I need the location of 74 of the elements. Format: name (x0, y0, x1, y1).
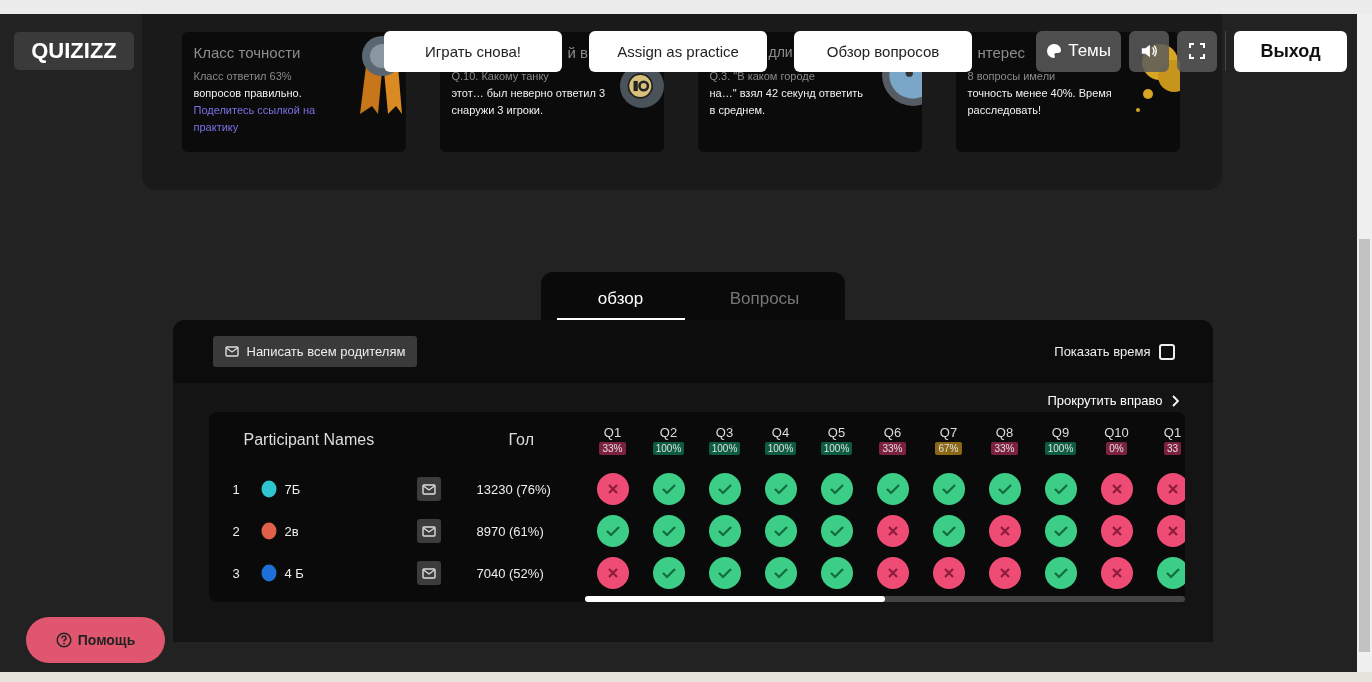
email-button[interactable] (416, 519, 441, 543)
score-cell: 7040 (52%) (476, 565, 544, 581)
score-cell: 13230 (76%) (476, 481, 551, 497)
tab[interactable]: Вопросы (700, 280, 829, 320)
participant-name: 2в (284, 523, 300, 539)
card-text: 8 вопросы имели (967, 69, 1057, 84)
card-text: точность менее 40%. Время расследовать! (967, 86, 1113, 118)
header-button[interactable]: Играть снова! (384, 30, 562, 72)
show-time-label: Показать время (1054, 344, 1151, 359)
rank-cell-text: 2 (232, 523, 241, 539)
question-header: Q8 (995, 425, 1014, 440)
horizontal-scrollbar[interactable] (584, 596, 1185, 602)
card-title: й в (567, 44, 588, 62)
accuracy-badge: 33% (879, 442, 906, 455)
mail-icon (421, 567, 436, 579)
mail-icon (421, 483, 436, 495)
accuracy-badge: 33 (1163, 442, 1182, 455)
rank-cell-text: 1 (232, 481, 241, 497)
accuracy-badge: 100% (708, 442, 741, 455)
participant-name: 4 Б (284, 565, 305, 581)
mail-icon (224, 346, 239, 357)
accuracy-badge: 0% (1106, 442, 1127, 455)
card-text: Класс ответил 63% (193, 69, 293, 84)
mail-icon (421, 525, 436, 537)
rank-cell-text: 3 (232, 565, 241, 581)
question-header: Q5 (827, 425, 846, 440)
question-header: Q9 (1051, 425, 1070, 440)
participant-name: 7Б (284, 481, 302, 497)
score-cell: 8970 (61%) (476, 523, 544, 539)
card-title: дли (768, 44, 793, 62)
accuracy-badge: 100% (652, 442, 685, 455)
card-text: этот… был неверно ответил 3 снаружи 3 игроки. (451, 86, 606, 118)
chevron-right-icon (1170, 394, 1179, 407)
card-text: на…" взял 42 секунд ответить в среднем. (709, 86, 865, 118)
themes-button[interactable]: Темы (1036, 30, 1121, 72)
question-header: Q3 (715, 425, 734, 440)
email-button[interactable] (416, 477, 441, 501)
fullscreen-icon (1188, 43, 1206, 59)
column-header: Гол (508, 431, 534, 449)
fullscreen-button[interactable] (1177, 30, 1217, 72)
speaker-icon (1140, 43, 1158, 59)
question-header: Q1 (603, 425, 622, 440)
share-link[interactable]: Поделитесь ссылкой на практику (193, 102, 354, 136)
header-button[interactable]: Обзор вопросов (794, 30, 972, 72)
card-text: вопросов правильно. (193, 86, 303, 101)
email-parents-button[interactable]: Написать всем родителям (212, 336, 418, 367)
accuracy-badge: 67% (935, 442, 962, 455)
scroll-right-link[interactable]: Прокрутить вправо (1047, 393, 1179, 408)
help-button[interactable]: Помощь (26, 617, 165, 663)
question-header: Q7 (939, 425, 958, 440)
header-button[interactable]: Assign as practice (589, 30, 767, 72)
question-header: Q10 (1104, 425, 1129, 440)
accuracy-badge: 33% (599, 442, 626, 455)
accuracy-badge: 100% (1044, 442, 1077, 455)
checkbox[interactable] (1158, 343, 1175, 360)
logo[interactable]: QUIZIZZ (14, 32, 134, 70)
vertical-scrollbar[interactable] (1357, 14, 1372, 672)
sound-button[interactable] (1129, 30, 1169, 72)
exit-button[interactable]: Выход (1234, 30, 1347, 72)
column-header: Participant Names (243, 431, 376, 449)
accuracy-badge: 33% (991, 442, 1018, 455)
question-header: Q4 (771, 425, 790, 440)
palette-icon (1046, 43, 1063, 59)
email-button[interactable] (416, 561, 441, 585)
card-title: нтерес (977, 44, 1025, 62)
card-text: Q.10. Какому танку (451, 69, 550, 84)
question-header: Q2 (659, 425, 678, 440)
help-icon (55, 632, 72, 648)
accuracy-badge: 100% (764, 442, 797, 455)
question-header: Q1 (1163, 425, 1182, 440)
card-title: Класс точности (193, 44, 301, 62)
accuracy-badge: 100% (820, 442, 853, 455)
question-header: Q6 (883, 425, 902, 440)
card-text: Q.3. "В каком городе (709, 69, 816, 84)
